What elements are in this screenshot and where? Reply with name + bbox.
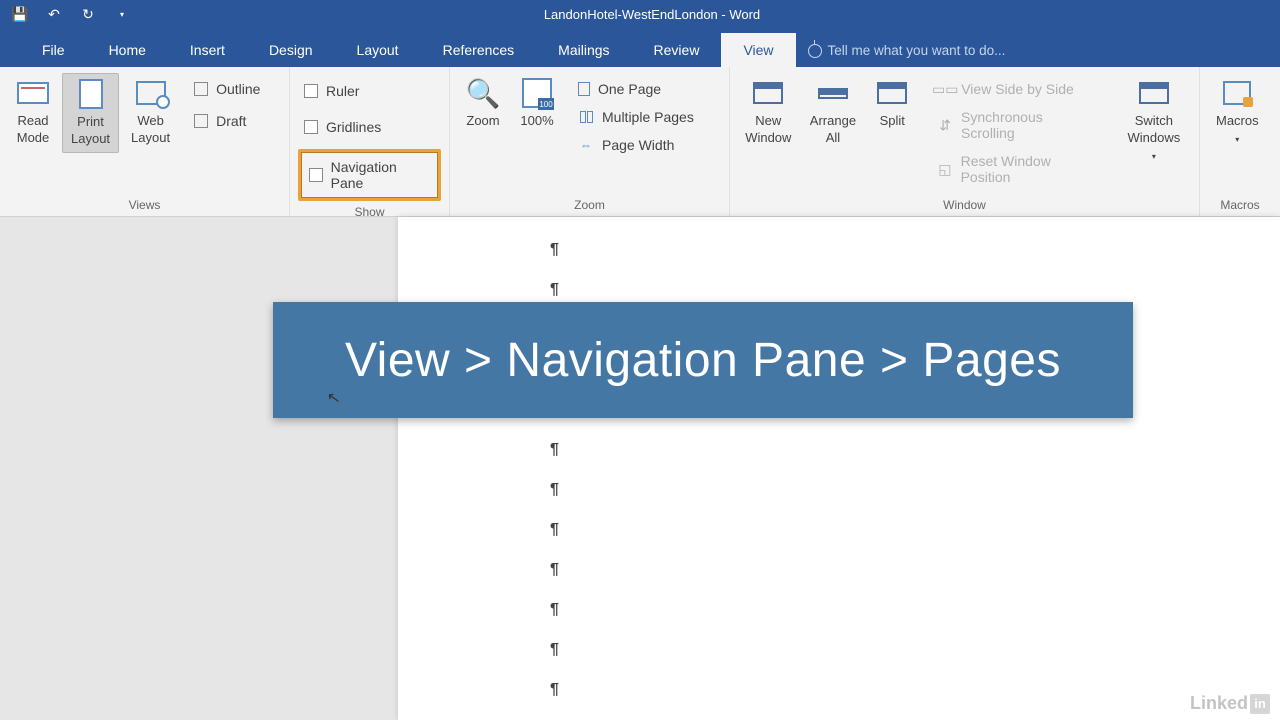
side-by-side-icon: ▭▭ [937, 81, 953, 97]
pilcrow-icon: ¶ [550, 281, 559, 299]
quick-access-toolbar: 💾 ↶ ↻ ▾ [6, 6, 130, 22]
zoom-button[interactable]: 🔍 Zoom [458, 73, 508, 134]
synchronous-scrolling-button[interactable]: ⇵ Synchronous Scrolling [931, 105, 1105, 145]
switch-windows-icon [1139, 82, 1169, 104]
document-area: ¶ ¶ ¶ ¶ ¶ ¶ ¶ ¶ ¶ ¶ ¶ ¶ [0, 217, 1280, 720]
document-page[interactable]: ¶ ¶ ¶ ¶ ¶ ¶ ¶ ¶ ¶ ¶ ¶ ¶ [398, 217, 1280, 720]
checkbox-icon [309, 168, 323, 182]
pilcrow-icon: ¶ [550, 561, 559, 579]
tab-view[interactable]: View [721, 33, 795, 67]
save-icon[interactable]: 💾 [12, 6, 28, 22]
tab-file[interactable]: File [20, 33, 87, 67]
read-mode-icon [17, 82, 49, 104]
print-layout-icon [79, 79, 103, 109]
group-label-zoom: Zoom [458, 194, 721, 214]
print-layout-button[interactable]: Print Layout [62, 73, 119, 153]
qat-dropdown-icon[interactable]: ▾ [114, 6, 130, 22]
sync-scroll-icon: ⇵ [937, 117, 953, 133]
tell-me-placeholder: Tell me what you want to do... [828, 43, 1006, 58]
redo-icon[interactable]: ↻ [80, 6, 96, 22]
chevron-down-icon: ▾ [1235, 135, 1239, 144]
hundred-icon: 100 [522, 78, 552, 108]
one-page-button[interactable]: One Page [572, 77, 700, 101]
banner-text: View > Navigation Pane > Pages [345, 333, 1061, 388]
group-label-views: Views [8, 194, 281, 214]
checkbox-icon [304, 84, 318, 98]
pilcrow-icon: ¶ [550, 681, 559, 699]
group-zoom: 🔍 Zoom 100 100% One Page Multiple Pages … [450, 67, 730, 216]
tab-design[interactable]: Design [247, 33, 335, 67]
arrange-all-button[interactable]: Arrange All [803, 73, 864, 151]
chevron-down-icon: ▾ [1152, 152, 1156, 161]
pilcrow-icon: ¶ [550, 441, 559, 459]
new-window-icon [753, 82, 783, 104]
group-label-macros: Macros [1208, 194, 1272, 214]
zoom-icon: 🔍 [467, 77, 499, 109]
macros-button[interactable]: Macros▾ [1208, 73, 1267, 151]
group-views: Read Mode Print Layout Web Layout Outlin… [0, 67, 290, 216]
undo-icon[interactable]: ↶ [46, 6, 62, 22]
linkedin-text: Linked [1190, 693, 1248, 714]
hundred-percent-button[interactable]: 100 100% [512, 73, 562, 134]
split-button[interactable]: Split [867, 73, 917, 134]
web-layout-icon [136, 81, 166, 105]
web-layout-button[interactable]: Web Layout [123, 73, 178, 151]
ribbon-tabs: File Home Insert Design Layout Reference… [0, 28, 1280, 67]
view-side-by-side-button[interactable]: ▭▭ View Side by Side [931, 77, 1105, 101]
pilcrow-icon: ¶ [550, 481, 559, 499]
reset-position-icon: ◱ [937, 161, 952, 177]
gridlines-checkbox[interactable]: Gridlines [298, 113, 441, 141]
group-show: Ruler Gridlines Navigation Pane Show [290, 67, 450, 216]
navigation-pane-highlight: Navigation Pane [298, 149, 441, 201]
page-width-button[interactable]: ⇔ Page Width [572, 133, 700, 157]
pilcrow-icon: ¶ [550, 241, 559, 259]
multiple-pages-icon [578, 109, 594, 125]
tell-me-search[interactable]: Tell me what you want to do... [796, 34, 1018, 67]
lightbulb-icon [808, 44, 822, 58]
group-window: New Window Arrange All Split ▭▭ View Sid… [730, 67, 1200, 216]
pilcrow-icon: ¶ [550, 521, 559, 539]
tutorial-banner: View > Navigation Pane > Pages [273, 302, 1133, 418]
one-page-icon [578, 82, 590, 96]
macros-icon [1223, 81, 1251, 105]
tab-review[interactable]: Review [632, 33, 722, 67]
arrange-all-icon [818, 88, 848, 99]
draft-button[interactable]: Draft [188, 109, 266, 133]
checkbox-icon [304, 120, 318, 134]
reset-window-position-button[interactable]: ◱ Reset Window Position [931, 149, 1105, 189]
tab-references[interactable]: References [421, 33, 537, 67]
group-label-window: Window [738, 194, 1191, 214]
switch-windows-button[interactable]: Switch Windows ▾ [1117, 73, 1191, 168]
new-window-button[interactable]: New Window [738, 73, 799, 151]
draft-icon [194, 114, 208, 128]
tab-insert[interactable]: Insert [168, 33, 247, 67]
read-mode-button[interactable]: Read Mode [8, 73, 58, 151]
document-title: LandonHotel-WestEndLondon - Word [130, 7, 1174, 22]
outline-button[interactable]: Outline [188, 77, 266, 101]
tab-home[interactable]: Home [87, 33, 168, 67]
pilcrow-icon: ¶ [550, 641, 559, 659]
title-bar: 💾 ↶ ↻ ▾ LandonHotel-WestEndLondon - Word [0, 0, 1280, 28]
tab-layout[interactable]: Layout [335, 33, 421, 67]
page-width-icon: ⇔ [578, 137, 594, 153]
ribbon: Read Mode Print Layout Web Layout Outlin… [0, 67, 1280, 217]
outline-icon [194, 82, 208, 96]
ruler-checkbox[interactable]: Ruler [298, 77, 441, 105]
tab-mailings[interactable]: Mailings [536, 33, 631, 67]
group-macros: Macros▾ Macros [1200, 67, 1280, 216]
split-icon [877, 82, 907, 104]
pilcrow-icon: ¶ [550, 601, 559, 619]
navigation-pane-checkbox[interactable]: Navigation Pane [301, 152, 438, 198]
multiple-pages-button[interactable]: Multiple Pages [572, 105, 700, 129]
linkedin-watermark: Linked in [1190, 693, 1270, 714]
linkedin-in-icon: in [1250, 694, 1270, 714]
